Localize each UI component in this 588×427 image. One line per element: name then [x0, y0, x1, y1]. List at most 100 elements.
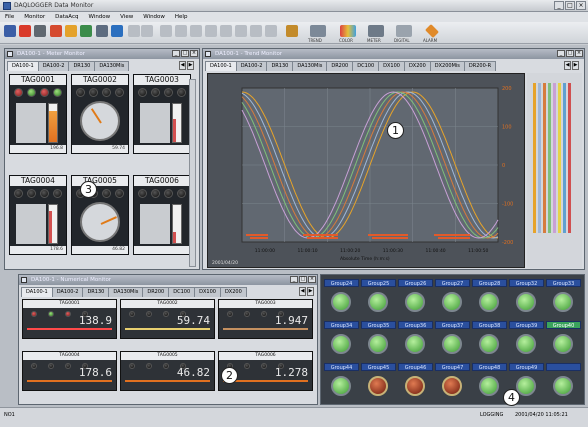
numeric-cell[interactable]: TAG0002 59.74: [120, 299, 215, 339]
meter-cell[interactable]: TAG0003: [133, 74, 191, 154]
meter-cell[interactable]: TAG0001 196.8: [9, 74, 67, 154]
refresh-icon[interactable]: [80, 25, 92, 37]
tab-dr130[interactable]: DR130: [68, 61, 96, 71]
group-status-lamp-icon[interactable]: [479, 334, 499, 354]
tab-dr130[interactable]: DR130: [82, 287, 110, 297]
group-status-lamp-icon[interactable]: [479, 292, 499, 312]
pause-icon[interactable]: [65, 25, 77, 37]
group-status-lamp-icon[interactable]: [553, 334, 573, 354]
tab-dx200[interactable]: DX200: [219, 287, 247, 297]
tab-dc100[interactable]: DC100: [352, 61, 380, 71]
trend-button-icon[interactable]: [310, 25, 326, 37]
tab-right-arrow[interactable]: ▶: [187, 61, 194, 70]
tab-da100-2[interactable]: DA100-2: [51, 287, 84, 297]
tab-da130mis[interactable]: DA130Mis: [292, 61, 328, 71]
tab-da100-1[interactable]: DA100-1: [205, 61, 237, 71]
stop-icon[interactable]: [34, 25, 46, 37]
group-label[interactable]: Group38: [472, 321, 507, 329]
close-button[interactable]: ×: [308, 276, 316, 283]
group-status-lamp-icon[interactable]: [331, 334, 351, 354]
group-status-lamp-icon[interactable]: [368, 292, 388, 312]
group-label[interactable]: Group25: [361, 279, 396, 287]
group-label[interactable]: Group48: [472, 363, 507, 371]
group-status-lamp-icon[interactable]: [405, 334, 425, 354]
group-status-lamp-icon[interactable]: [405, 292, 425, 312]
meter-cell[interactable]: TAG0006: [133, 175, 191, 255]
group-status-lamp-icon[interactable]: [553, 292, 573, 312]
minimize-button[interactable]: _: [290, 276, 298, 283]
tab-dr130[interactable]: DR130: [266, 61, 294, 71]
tab-dr200-r[interactable]: DR200-R: [463, 61, 497, 71]
tab-dx200[interactable]: DX200: [403, 61, 431, 71]
tab-left-arrow[interactable]: ◀: [299, 287, 306, 296]
close-button[interactable]: ×: [576, 1, 586, 10]
group-label[interactable]: Group34: [324, 321, 359, 329]
menu-view[interactable]: View: [120, 12, 133, 22]
menu-file[interactable]: File: [5, 12, 14, 22]
group-label[interactable]: Group27: [435, 279, 470, 287]
numeric-cell[interactable]: TAG0004 178.6: [22, 351, 117, 391]
grid-icon[interactable]: [160, 25, 172, 37]
menu-window[interactable]: Window: [88, 12, 110, 22]
list-icon[interactable]: [128, 25, 140, 37]
menu-monitor[interactable]: Monitor: [24, 12, 45, 22]
marker-icon[interactable]: [250, 25, 262, 37]
maximize-button[interactable]: □: [565, 1, 575, 10]
group-status-lamp-icon[interactable]: [368, 376, 388, 396]
group-status-lamp-icon[interactable]: [405, 376, 425, 396]
group-status-lamp-icon[interactable]: [479, 376, 499, 396]
group-label[interactable]: Group45: [361, 363, 396, 371]
monitor-icon[interactable]: [111, 25, 123, 37]
alarm-icon[interactable]: [50, 25, 62, 37]
group-label[interactable]: Group33: [546, 279, 581, 287]
zoom-icon[interactable]: [141, 25, 153, 37]
digital-button-icon[interactable]: [396, 25, 412, 37]
tab-da100-2[interactable]: DA100-2: [235, 61, 268, 71]
group-label[interactable]: Group46: [398, 363, 433, 371]
tab-da100-1[interactable]: DA100-1: [21, 287, 53, 297]
tab-da100-2[interactable]: DA100-2: [37, 61, 70, 71]
record-icon[interactable]: [19, 25, 31, 37]
group-status-lamp-icon[interactable]: [331, 376, 351, 396]
trend-chart[interactable]: 200 100 0 -100 -200 11:00:00 11:00:10 11:00:20 1…: [208, 74, 524, 267]
group-status-lamp-icon[interactable]: [553, 376, 573, 396]
tool-icon[interactable]: [265, 25, 277, 37]
maximize-button[interactable]: □: [299, 276, 307, 283]
tab-dc100[interactable]: DC100: [168, 287, 196, 297]
group-label[interactable]: Group40: [546, 321, 581, 329]
help-icon[interactable]: [286, 25, 298, 37]
save-icon[interactable]: [4, 25, 16, 37]
group-label[interactable]: Group28: [472, 279, 507, 287]
group-status-lamp-icon[interactable]: [442, 292, 462, 312]
tab-dx200mis[interactable]: DX200Mis: [429, 61, 465, 71]
meter-button-icon[interactable]: [368, 25, 384, 37]
group-label[interactable]: Group39: [509, 321, 544, 329]
color-button-icon[interactable]: [340, 25, 356, 37]
meter-cell[interactable]: TAG0002 59.74: [71, 74, 129, 154]
tab-dx100[interactable]: DX100: [378, 61, 405, 71]
minimize-button[interactable]: _: [172, 50, 180, 57]
maximize-button[interactable]: □: [181, 50, 189, 57]
minimize-button[interactable]: _: [554, 1, 564, 10]
tab-right-arrow[interactable]: ▶: [572, 61, 579, 70]
vertical-scrollbar[interactable]: [189, 79, 196, 267]
group-label[interactable]: Group47: [435, 363, 470, 371]
menu-help[interactable]: Help: [175, 12, 188, 22]
meter-window-titlebar[interactable]: DA100-1 - Meter Monitor _ □ ×: [5, 49, 199, 59]
group-status-lamp-icon[interactable]: [442, 376, 462, 396]
tab-da100-1[interactable]: DA100-1: [7, 61, 39, 71]
group-label[interactable]: Group44: [324, 363, 359, 371]
group-status-lamp-icon[interactable]: [516, 292, 536, 312]
group-status-lamp-icon[interactable]: [368, 334, 388, 354]
tab-right-arrow[interactable]: ▶: [307, 287, 314, 296]
down-icon[interactable]: [220, 25, 232, 37]
group-label[interactable]: [546, 363, 581, 371]
group-label[interactable]: Group36: [398, 321, 433, 329]
numeric-cell[interactable]: TAG0005 46.82: [120, 351, 215, 391]
group-label[interactable]: Group32: [509, 279, 544, 287]
minimize-button[interactable]: _: [557, 50, 565, 57]
up-icon[interactable]: [235, 25, 247, 37]
group-label[interactable]: Group35: [361, 321, 396, 329]
close-button[interactable]: ×: [575, 50, 583, 57]
tab-da130mis[interactable]: DA130Mis: [94, 61, 130, 71]
